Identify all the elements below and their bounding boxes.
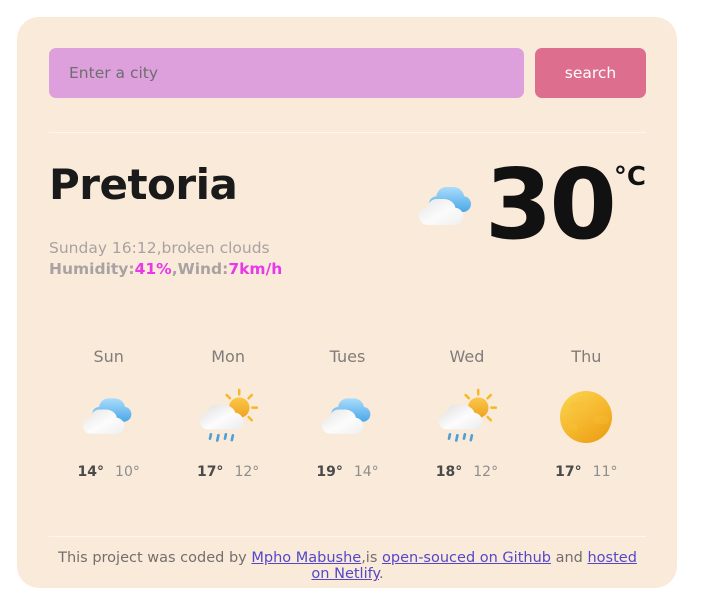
footer-mid-text: ,is [361, 550, 383, 566]
wind-label: Wind: [177, 260, 229, 278]
forecast-day-temps: 18° 12° [436, 464, 498, 480]
forecast-temp-min: 12° [473, 464, 499, 480]
footer-credits: This project was coded by Mpho Mabushe,i… [49, 550, 646, 582]
forecast-day-label: Wed [449, 347, 485, 366]
forecast-temp-max: 14° [77, 464, 105, 480]
forecast-day-label: Sun [93, 347, 124, 366]
sun-rain-cloud-icon [436, 388, 498, 446]
current-conditions: Pretoria Sunday 16:12,broken clouds Humi… [49, 150, 646, 285]
current-temperature: 30 [484, 147, 617, 261]
footer-intro-text: This project was coded by [58, 550, 252, 566]
humidity-value: 41% [134, 260, 172, 278]
forecast-temp-min: 14° [353, 464, 379, 480]
forecast-day-label: Thu [571, 347, 602, 366]
app-root: search Pretoria Sunday 16:12,broken clou… [0, 0, 707, 610]
forecast-day-temps: 17° 11° [555, 464, 617, 480]
forecast-day-temps: 19° 14° [316, 464, 378, 480]
forecast-day-2[interactable]: Tues 19° 14° [288, 337, 407, 502]
conditions-line: Sunday 16:12,broken clouds [49, 239, 270, 257]
clear-sun-icon [555, 388, 617, 446]
author-link[interactable]: Mpho Mabushe [251, 550, 361, 566]
search-row: search [49, 48, 646, 98]
forecast-day-label: Tues [329, 347, 366, 366]
forecast-temp-min: 10° [115, 464, 140, 480]
forecast-day-label: Mon [211, 347, 245, 366]
forecast-day-temps: 14° 10° [78, 464, 140, 480]
forecast-temp-max: 18° [435, 464, 463, 480]
forecast-temp-min: 11° [592, 464, 618, 480]
forecast-day-temps: 17° 12° [197, 464, 259, 480]
forecast-row: Sun 14° 10° Mon 17° 12° Tues 19° 14° Wed… [49, 337, 646, 502]
humidity-wind-line: Humidity:41%,Wind:7km/h [49, 260, 282, 278]
wind-value: 7km/h [228, 260, 283, 278]
search-input[interactable] [49, 48, 524, 98]
weather-card: search Pretoria Sunday 16:12,broken clou… [17, 17, 677, 588]
divider-top [49, 132, 646, 133]
broken-clouds-icon [317, 388, 379, 446]
humidity-label: Humidity: [49, 260, 135, 278]
broken-clouds-icon [415, 173, 479, 237]
forecast-day-1[interactable]: Mon 17° 12° [168, 337, 287, 502]
forecast-temp-max: 19° [316, 464, 343, 480]
forecast-temp-max: 17° [196, 464, 224, 480]
search-button[interactable]: search [535, 48, 646, 98]
forecast-day-0[interactable]: Sun 14° 10° [49, 337, 168, 502]
current-temperature-group: 30 °C [415, 150, 646, 260]
forecast-day-4[interactable]: Thu 17° 11° [527, 337, 646, 502]
temperature-unit: °C [613, 162, 646, 192]
broken-clouds-icon [78, 388, 140, 446]
forecast-temp-min: 12° [234, 464, 260, 480]
github-source-link[interactable]: open-souced on Github [382, 550, 551, 566]
city-name: Pretoria [49, 160, 238, 209]
sun-rain-cloud-icon [197, 388, 259, 446]
divider-bottom [49, 536, 646, 537]
footer-and-text: and [550, 550, 588, 566]
forecast-temp-max: 17° [555, 464, 582, 480]
forecast-day-3[interactable]: Wed 18° 12° [407, 337, 526, 502]
footer-end-text: . [378, 566, 384, 582]
